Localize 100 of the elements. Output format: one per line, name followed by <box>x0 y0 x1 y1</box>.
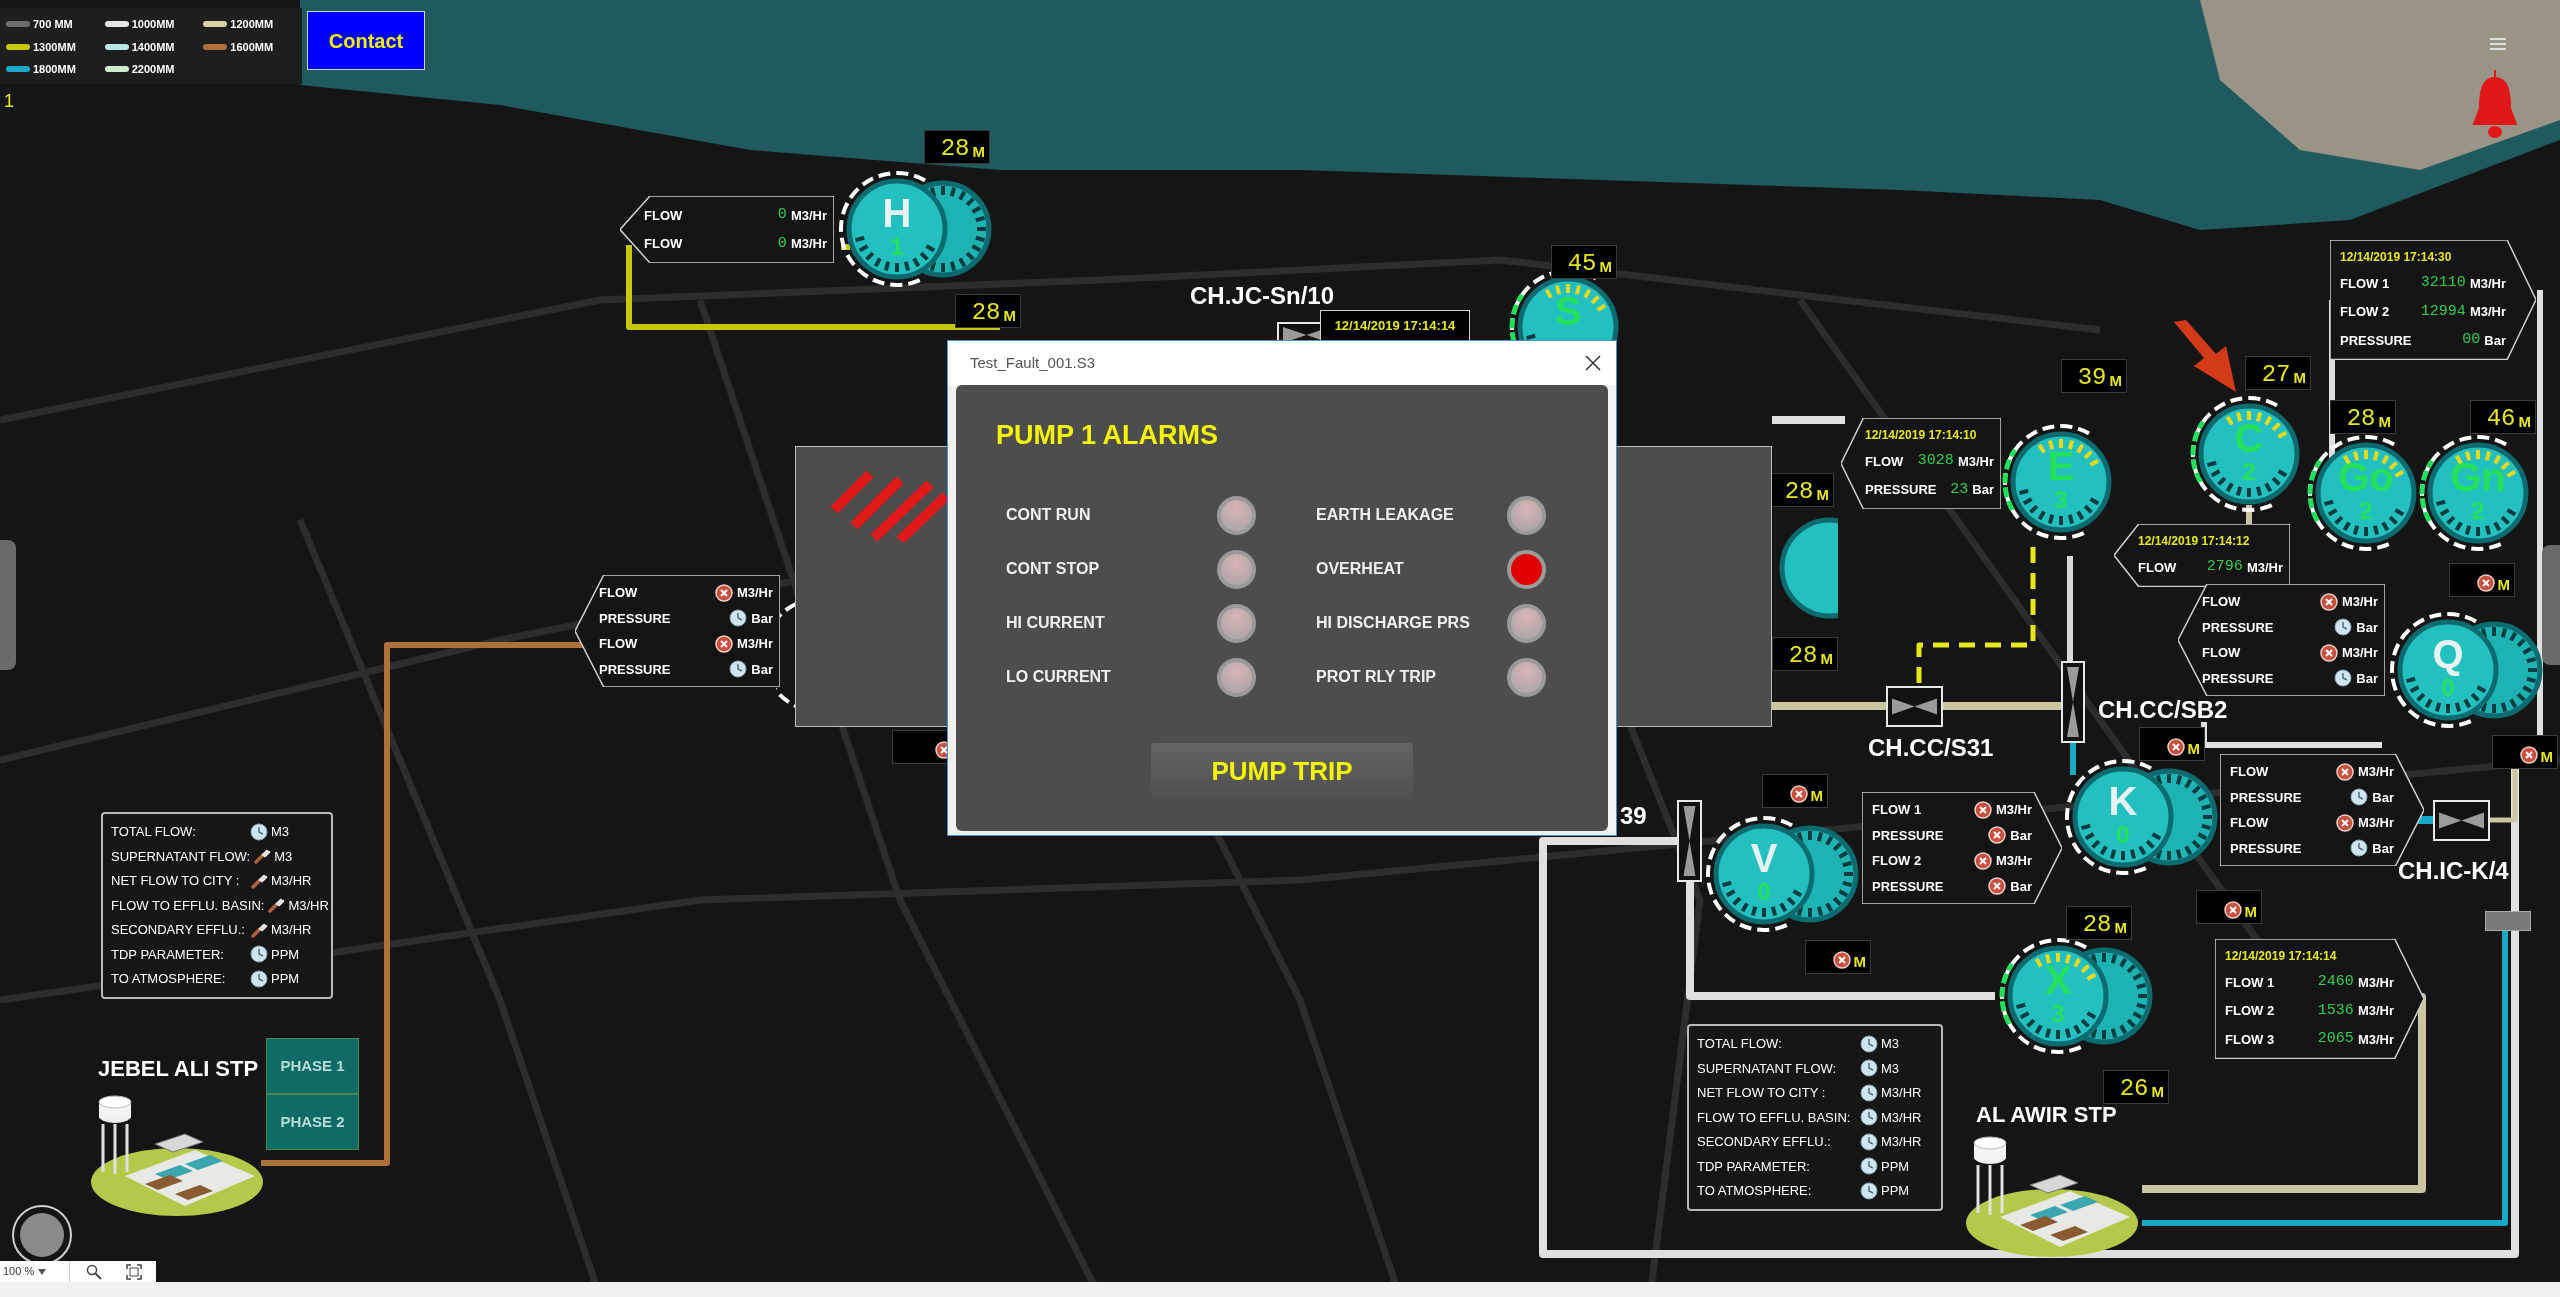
summary-label: TOTAL FLOW: <box>111 823 197 841</box>
clock-icon <box>1860 1034 1878 1053</box>
station-label: 39 <box>1620 801 1647 831</box>
pump-drawing[interactable] <box>1998 936 2153 1054</box>
reading-value: 2796 <box>2206 557 2243 577</box>
summary-label: SECONDARY EFFLU.: <box>111 921 246 939</box>
error-icon <box>2335 813 2354 832</box>
pump-number: 2 <box>2471 499 2485 523</box>
alarm-label: PROT RLY TRIP <box>1316 667 1437 687</box>
reading-label: PRESSURE <box>1865 481 1938 499</box>
phase-button[interactable]: PHASE 1 <box>266 1038 359 1094</box>
summary-label: SUPERNATANT FLOW: <box>1697 1059 1838 1078</box>
alarm-label: EARTH LEAKAGE <box>1316 505 1454 525</box>
readout-unit: M <box>1853 954 1866 969</box>
reading-unit: M3/Hr <box>2357 763 2394 781</box>
reading-label: PRESSURE <box>2202 669 2275 688</box>
pump-drawing[interactable] <box>837 169 992 287</box>
valve-icon[interactable] <box>2433 800 2490 841</box>
readout-unit: M <box>972 144 985 159</box>
error-icon <box>2223 901 2242 919</box>
pump-drawing[interactable] <box>2063 757 2218 875</box>
reading-label: FLOW 2 <box>1872 852 1923 870</box>
reading-value: 32110 <box>2420 273 2466 293</box>
readout-unit: M <box>2378 414 2391 429</box>
readout-value: 28 <box>2082 913 2112 937</box>
legend-label: 2200MM <box>131 62 175 77</box>
fit-screen-icon[interactable] <box>126 1263 142 1280</box>
reading-unit: Bar <box>2010 877 2032 896</box>
contact-button[interactable]: Contact <box>307 11 425 70</box>
caret-icon <box>38 1268 47 1275</box>
reading-label: FLOW <box>2202 593 2242 611</box>
reading-label: FLOW <box>2138 558 2178 577</box>
valve-icon[interactable] <box>1677 800 1702 882</box>
pump-drawing[interactable] <box>2306 433 2417 551</box>
reading-unit: M3/Hr <box>2341 644 2378 662</box>
pump-drawing[interactable] <box>2189 394 2300 512</box>
error-icon <box>1789 785 1808 803</box>
alarm-label: CONT STOP <box>1006 559 1100 579</box>
pump-letter: Gn <box>2450 457 2506 497</box>
reading-label: FLOW 2 <box>2340 303 2391 321</box>
clock-icon <box>1860 1108 1878 1127</box>
search-icon[interactable] <box>86 1263 102 1280</box>
error-icon <box>714 583 733 602</box>
pump-number: 3 <box>2051 1002 2065 1026</box>
reading-unit: Bar <box>2356 618 2378 637</box>
readout-value: 27 <box>2261 363 2291 387</box>
clock-icon <box>729 609 748 628</box>
gauge-block <box>2485 911 2531 931</box>
readout-unit: M <box>2540 749 2553 764</box>
readout-value: 46 <box>2486 407 2516 431</box>
readout-unit: M <box>2293 370 2306 385</box>
reading-value: 0 <box>777 233 787 254</box>
error-icon <box>1973 851 1992 870</box>
reading-unit: M3/Hr <box>1995 801 2032 819</box>
summary-label: TOTAL FLOW: <box>1697 1035 1783 1053</box>
reading-unit: M3/Hr <box>2341 593 2378 611</box>
summary-unit: M3/HR <box>1881 1108 1923 1127</box>
reading-unit: Bar <box>751 660 773 679</box>
pump-letter: H <box>882 193 912 233</box>
pump-number: 0 <box>1757 880 1771 904</box>
phase-button[interactable]: PHASE 2 <box>266 1094 359 1150</box>
readout-unit: M <box>2151 1084 2164 1099</box>
pump-drawing[interactable] <box>2388 610 2543 728</box>
summary-label: TO ATMOSPHERE: <box>1697 1182 1813 1200</box>
reading-label: PRESSURE <box>599 660 672 679</box>
reading-label: FLOW <box>2230 814 2270 832</box>
readout-unit: M <box>1816 487 1829 502</box>
pump-drawing[interactable] <box>2001 422 2112 540</box>
summary-unit: M3 <box>274 847 294 866</box>
reading-label: FLOW <box>599 584 639 602</box>
reading-label: PRESSURE <box>599 609 672 628</box>
readout-value: 45 <box>1567 252 1597 276</box>
reading-unit: M3/Hr <box>2357 1002 2394 1020</box>
readout-unit: M <box>2109 373 2122 388</box>
reading-unit: Bar <box>2372 788 2394 807</box>
valve-icon[interactable] <box>1886 686 1943 727</box>
reading-label: FLOW 1 <box>1872 801 1923 819</box>
valve-icon[interactable] <box>2061 661 2085 743</box>
pump-letter: K <box>2108 781 2138 821</box>
pump-letter: Q <box>2432 634 2464 674</box>
pump-number: 2 <box>2242 460 2256 484</box>
summary-unit: M3/HR <box>1881 1084 1923 1102</box>
clock-icon <box>2350 839 2369 858</box>
pump-drawing[interactable] <box>2418 433 2529 551</box>
pump-drawing[interactable] <box>1704 814 1859 932</box>
station-label: CH.IC-K/4 <box>2398 856 2509 886</box>
reading-unit: M3/Hr <box>2469 303 2506 321</box>
pump-letter: V <box>1750 838 1778 878</box>
readout-value: 28 <box>2346 407 2376 431</box>
summary-unit: M3/HR <box>288 896 329 915</box>
close-icon[interactable] <box>1584 354 1602 372</box>
reading-label: FLOW <box>1865 452 1905 471</box>
alarm-label: CONT RUN <box>1006 505 1091 525</box>
summary-label: SUPERNATANT FLOW: <box>111 847 251 866</box>
error-icon <box>1988 877 2007 896</box>
reading-label: FLOW <box>644 206 684 225</box>
hazard-stripes-icon <box>830 470 948 542</box>
clock-icon <box>1860 1157 1878 1176</box>
error-icon <box>2166 738 2185 756</box>
alarm-label: HI DISCHARGE PRS <box>1316 613 1470 633</box>
